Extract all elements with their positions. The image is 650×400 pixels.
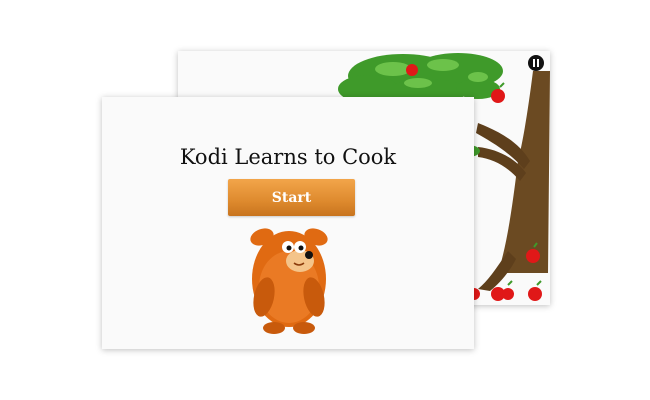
kodi-bear-icon bbox=[250, 228, 328, 334]
pause-button[interactable] bbox=[528, 55, 544, 71]
apple-icon bbox=[526, 249, 540, 263]
game-title: Kodi Learns to Cook bbox=[179, 145, 397, 169]
title-card: Kodi Learns to Cook Start bbox=[102, 97, 474, 349]
apple-icon bbox=[491, 89, 505, 103]
apple-icon bbox=[528, 287, 542, 301]
apple-icon bbox=[502, 288, 514, 300]
apple-icon bbox=[406, 64, 418, 76]
start-button[interactable]: Start bbox=[228, 179, 355, 216]
